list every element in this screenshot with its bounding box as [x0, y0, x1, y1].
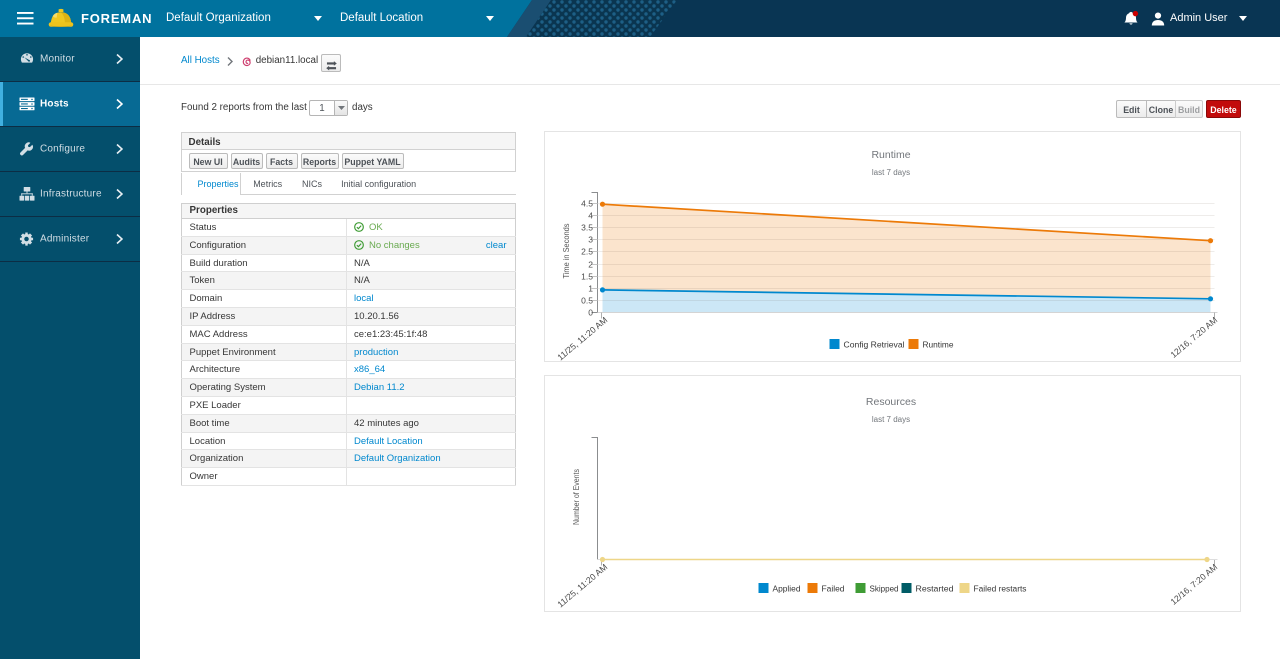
svg-text:3: 3	[588, 235, 593, 245]
svg-text:last 7 days: last 7 days	[871, 168, 909, 177]
svg-text:Restarted: Restarted	[915, 583, 953, 593]
svg-text:Time in Seconds: Time in Seconds	[562, 224, 571, 279]
svg-text:Failed restarts: Failed restarts	[973, 583, 1027, 593]
svg-text:Applied: Applied	[772, 583, 800, 593]
svg-text:Runtime: Runtime	[871, 149, 910, 161]
svg-text:Config Retrieval: Config Retrieval	[843, 340, 904, 350]
svg-text:Runtime: Runtime	[922, 340, 953, 350]
svg-text:0: 0	[588, 308, 593, 318]
svg-text:Skipped: Skipped	[869, 583, 898, 593]
svg-text:2: 2	[588, 260, 593, 270]
svg-text:4.5: 4.5	[581, 199, 593, 209]
svg-text:last 7 days: last 7 days	[871, 415, 909, 424]
svg-text:1.5: 1.5	[581, 272, 593, 282]
svg-text:1: 1	[588, 284, 593, 294]
svg-text:4: 4	[588, 211, 593, 221]
svg-text:2.5: 2.5	[581, 247, 593, 257]
svg-text:3.5: 3.5	[581, 223, 593, 233]
svg-text:Number of Events: Number of Events	[572, 469, 581, 525]
svg-text:0.5: 0.5	[581, 296, 593, 306]
svg-text:Resources: Resources	[865, 396, 915, 408]
svg-text:Failed: Failed	[821, 583, 844, 593]
